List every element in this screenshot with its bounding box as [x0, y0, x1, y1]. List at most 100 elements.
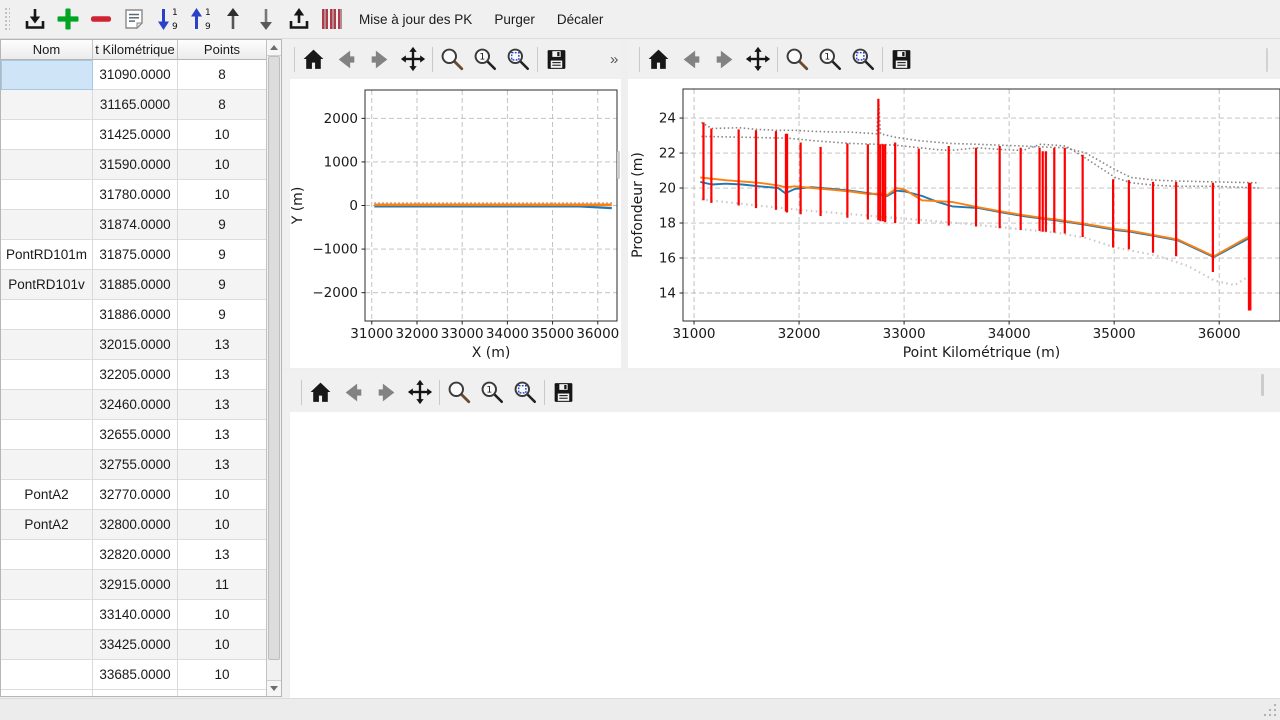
- cell-pk[interactable]: 31780.0000: [93, 180, 178, 210]
- cell-points[interactable]: 10: [178, 510, 267, 540]
- nav-save-button[interactable]: [550, 379, 577, 406]
- cell-pk[interactable]: 31425.0000: [93, 120, 178, 150]
- cell-nom[interactable]: [1, 360, 93, 390]
- nav-zoom-button[interactable]: [445, 379, 472, 406]
- cell-nom[interactable]: [1, 630, 93, 660]
- nav-zoom-button[interactable]: [783, 46, 810, 73]
- nav-save-button[interactable]: [888, 46, 915, 73]
- size-grip-icon[interactable]: [1263, 703, 1277, 717]
- cell-points[interactable]: 9: [178, 270, 267, 300]
- nav-back-button[interactable]: [678, 46, 705, 73]
- cell-nom[interactable]: [1, 210, 93, 240]
- cell-points[interactable]: 13: [178, 420, 267, 450]
- cell-points[interactable]: 10: [178, 600, 267, 630]
- nav-save-button[interactable]: [543, 46, 570, 73]
- sort-down-button[interactable]: 19: [151, 4, 182, 35]
- purge-button[interactable]: Purger: [483, 5, 546, 33]
- cell-points[interactable]: 13: [178, 330, 267, 360]
- cell-pk[interactable]: 32915.0000: [93, 570, 178, 600]
- toolbar-overflow-button[interactable]: »: [610, 51, 618, 68]
- cell-nom[interactable]: PontA2: [1, 510, 93, 540]
- cell-pk[interactable]: 32820.0000: [93, 540, 178, 570]
- cell-pk[interactable]: 32755.0000: [93, 450, 178, 480]
- cell-nom[interactable]: [1, 150, 93, 180]
- cell-pk[interactable]: 31885.0000: [93, 270, 178, 300]
- bottom-plot-canvas[interactable]: [290, 412, 1280, 698]
- nav-home-button[interactable]: [645, 46, 672, 73]
- cell-pk[interactable]: 33685.0000: [93, 660, 178, 690]
- nav-home-button[interactable]: [300, 46, 327, 73]
- nav-forward-button[interactable]: [373, 379, 400, 406]
- nav-pan-button[interactable]: [744, 46, 771, 73]
- cell-nom[interactable]: [1, 570, 93, 600]
- plan-plot-canvas[interactable]: 310003200033000340003500036000−2000−1000…: [290, 79, 621, 368]
- column-header-pk[interactable]: t Kilométrique: [93, 40, 178, 60]
- move-down-button[interactable]: [250, 4, 281, 35]
- cell-pk[interactable]: 32015.0000: [93, 330, 178, 360]
- nav-pan-button[interactable]: [406, 379, 433, 406]
- nav-zoom-one-button[interactable]: 1: [816, 46, 843, 73]
- cell-points[interactable]: 9: [178, 210, 267, 240]
- remove-button[interactable]: [85, 4, 116, 35]
- cell-nom[interactable]: [1, 300, 93, 330]
- update-pk-button[interactable]: Mise à jour des PK: [348, 5, 483, 33]
- nav-pan-button[interactable]: [399, 46, 426, 73]
- nav-forward-button[interactable]: [711, 46, 738, 73]
- cell-nom[interactable]: [1, 60, 93, 90]
- cell-points[interactable]: 10: [178, 630, 267, 660]
- profiles-button[interactable]: [316, 4, 347, 35]
- cell-pk[interactable]: 31090.0000: [93, 60, 178, 90]
- column-header-nom[interactable]: Nom: [1, 40, 93, 60]
- cell-points[interactable]: 10: [178, 480, 267, 510]
- cell-nom[interactable]: [1, 180, 93, 210]
- cell-points[interactable]: 10: [178, 180, 267, 210]
- cell-pk[interactable]: 32205.0000: [93, 360, 178, 390]
- nav-zoom-one-button[interactable]: 1: [478, 379, 505, 406]
- cell-empty[interactable]: [93, 690, 178, 697]
- nav-home-button[interactable]: [307, 379, 334, 406]
- cell-nom[interactable]: [1, 390, 93, 420]
- add-button[interactable]: [52, 4, 83, 35]
- cell-pk[interactable]: 32770.0000: [93, 480, 178, 510]
- cell-pk[interactable]: 31590.0000: [93, 150, 178, 180]
- nav-zoom-button[interactable]: [438, 46, 465, 73]
- table-scrollbar[interactable]: [266, 40, 281, 696]
- cell-points[interactable]: 8: [178, 90, 267, 120]
- cell-pk[interactable]: 32460.0000: [93, 390, 178, 420]
- nav-back-button[interactable]: [340, 379, 367, 406]
- export-button[interactable]: [283, 4, 314, 35]
- cell-points[interactable]: 10: [178, 150, 267, 180]
- cell-points[interactable]: 8: [178, 60, 267, 90]
- cell-pk[interactable]: 31886.0000: [93, 300, 178, 330]
- cell-points[interactable]: 13: [178, 360, 267, 390]
- notes-button[interactable]: [118, 4, 149, 35]
- scroll-up-button[interactable]: [267, 40, 281, 56]
- nav-zoom-region-button[interactable]: [504, 46, 531, 73]
- nav-zoom-one-button[interactable]: 1: [471, 46, 498, 73]
- nav-back-button[interactable]: [333, 46, 360, 73]
- cell-nom[interactable]: PontA2: [1, 480, 93, 510]
- cell-pk[interactable]: 31874.0000: [93, 210, 178, 240]
- toolbar-drag-handle[interactable]: [3, 6, 10, 32]
- nav-forward-button[interactable]: [366, 46, 393, 73]
- cell-pk[interactable]: 32800.0000: [93, 510, 178, 540]
- cell-pk[interactable]: 33425.0000: [93, 630, 178, 660]
- shift-button[interactable]: Décaler: [546, 5, 615, 33]
- mini-scrollbar[interactable]: [1261, 374, 1264, 396]
- cell-points[interactable]: 13: [178, 450, 267, 480]
- cell-pk[interactable]: 32655.0000: [93, 420, 178, 450]
- cell-points[interactable]: 9: [178, 240, 267, 270]
- cell-points[interactable]: 13: [178, 540, 267, 570]
- mini-scrollbar[interactable]: [617, 151, 620, 179]
- scrollbar-thumb[interactable]: [268, 56, 280, 660]
- cell-nom[interactable]: PontRD101v: [1, 270, 93, 300]
- nav-zoom-region-button[interactable]: [511, 379, 538, 406]
- cell-nom[interactable]: [1, 660, 93, 690]
- column-header-points[interactable]: Points: [178, 40, 267, 60]
- cell-nom[interactable]: [1, 120, 93, 150]
- profile-plot-canvas[interactable]: 3100032000330003400035000360001416182022…: [628, 79, 1280, 368]
- cell-nom[interactable]: PontRD101m: [1, 240, 93, 270]
- mini-scrollbar[interactable]: [1266, 48, 1268, 72]
- cell-points[interactable]: 13: [178, 390, 267, 420]
- cell-nom[interactable]: [1, 330, 93, 360]
